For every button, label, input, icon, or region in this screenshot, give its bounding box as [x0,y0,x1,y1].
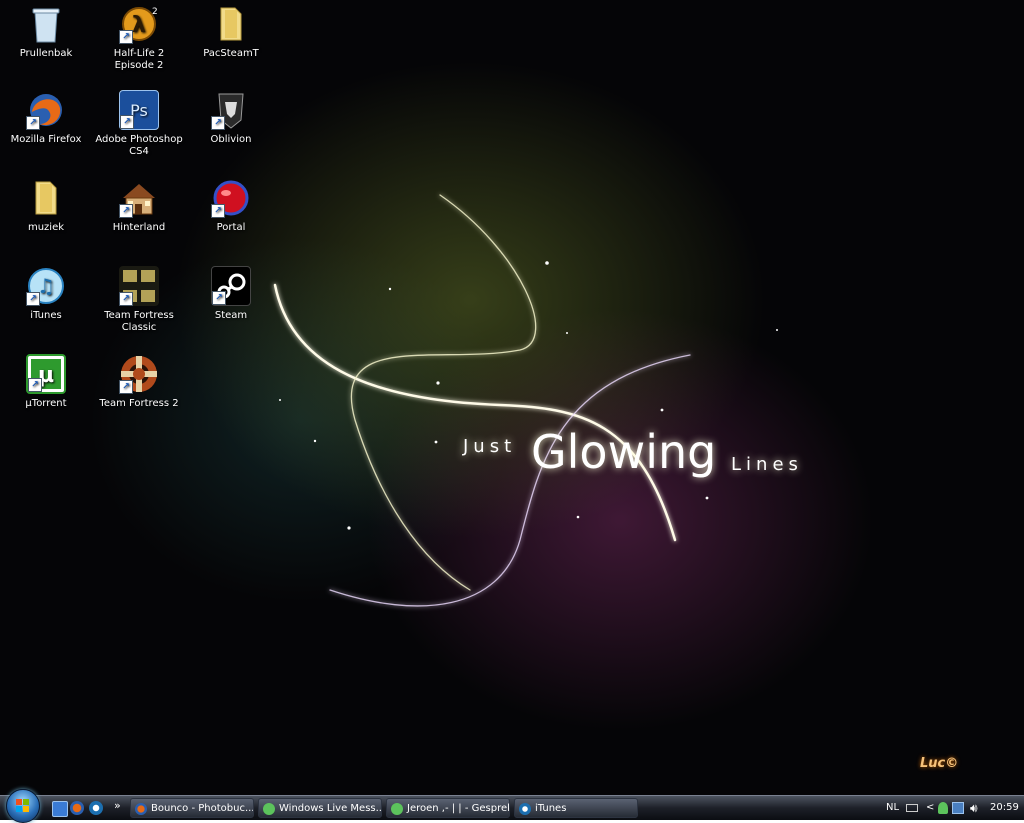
firefox-icon [135,803,147,815]
taskbar-button-windows-live-messenger[interactable]: Windows Live Mess... [258,798,382,818]
desktop-icon-hinterland[interactable]: ↗ Hinterland [94,178,184,234]
desktop-icon-half-life-2-episode-2[interactable]: λ2 ↗ Half-Life 2 Episode 2 [94,4,184,72]
wallpaper-signature: Luc© [920,756,959,771]
clock[interactable]: 20:59 [990,796,1019,820]
taskbar-button-itunes[interactable]: iTunes [514,798,638,818]
svg-text:2: 2 [152,7,158,17]
desktop-icon-label: Half-Life 2 Episode 2 [113,48,165,71]
utorrent-icon: µ ↗ [26,354,66,394]
desktop-icon-label: PacSteamT [203,48,259,59]
shortcut-arrow-icon: ↗ [119,380,133,394]
tf2-icon: ↗ [119,354,159,394]
wallpaper-text-just: Just [463,436,517,457]
tfc-icon: ↗ [119,266,159,306]
desktop-icon-label: Team Fortress Classic [104,310,174,333]
keyboard-icon[interactable] [906,804,918,812]
show-desktop-icon[interactable] [52,801,68,817]
photoshop-icon: Ps ↗ [119,90,159,130]
shortcut-arrow-icon: ↗ [26,292,40,306]
windows-logo-icon [16,799,29,812]
shortcut-arrow-icon: ↗ [211,204,225,218]
shortcut-arrow-icon: ↗ [28,378,42,392]
language-indicator[interactable]: NL [886,796,899,820]
desktop-icon-label: Portal [216,222,246,233]
volume-icon[interactable]: 🔊︎ [970,796,978,820]
desktop-icon-steam[interactable]: ↗ Steam [186,266,276,322]
shortcut-arrow-icon: ↗ [120,115,134,129]
taskbar: » Bounco - Photobuc... Windows Live Mess… [0,789,1024,823]
messenger-icon [391,803,403,815]
shortcut-arrow-icon: ↗ [211,116,225,130]
half-life-icon: λ2 ↗ [119,4,159,44]
shortcut-arrow-icon: ↗ [119,292,133,306]
taskbar-button-label: Bounco - Photobuc... [151,803,254,814]
quick-launch-overflow-chevron[interactable]: » [114,796,121,816]
desktop-icon-label: iTunes [30,310,62,321]
desktop-icon-label: Mozilla Firefox [10,134,82,145]
messenger-icon [263,803,275,815]
desktop-icon-label: Team Fortress 2 [99,398,179,409]
desktop-icon-utorrent[interactable]: µ ↗ µTorrent [1,354,91,410]
start-button[interactable] [6,789,40,823]
desktop-icon-label: Oblivion [210,134,252,145]
taskbar-button-gesprek[interactable]: Jeroen ,- | | - Gesprek [386,798,510,818]
network-icon[interactable] [952,802,964,814]
desktop-icon-team-fortress-classic[interactable]: ↗ Team Fortress Classic [94,266,184,334]
desktop-icon-portal[interactable]: ↗ Portal [186,178,276,234]
desktop-icon-pacsteamt[interactable]: PacSteamT [186,4,276,60]
portal-icon: ↗ [211,178,251,218]
firefox-icon[interactable] [70,801,84,815]
desktop[interactable]: Just Glowing Lines Luc© Prullenbak ↗ Moz… [0,0,1024,795]
svg-text:λ: λ [132,13,146,38]
recycle-bin-icon [26,4,66,44]
steam-icon: ↗ [211,266,251,306]
itunes-icon [519,803,531,815]
tray-expand-button[interactable]: < [926,796,934,820]
shortcut-arrow-icon: ↗ [119,204,133,218]
shortcut-arrow-icon: ↗ [119,30,133,44]
itunes-icon: ♫ ↗ [26,266,66,306]
itunes-icon[interactable] [89,801,103,815]
desktop-icon-label: µTorrent [25,398,67,409]
desktop-icon-team-fortress-2[interactable]: ↗ Team Fortress 2 [94,354,184,410]
messenger-status-icon[interactable] [938,802,948,814]
firefox-icon: ↗ [26,90,66,130]
desktop-icon-label: muziek [27,222,65,233]
desktop-icon-itunes[interactable]: ♫ ↗ iTunes [1,266,91,322]
desktop-icon-firefox[interactable]: ↗ Mozilla Firefox [1,90,91,146]
desktop-icon-oblivion[interactable]: ↗ Oblivion [186,90,276,146]
desktop-icon-label: Hinterland [112,222,166,233]
system-tray: NL < 🔊︎ 20:59 [884,796,1024,820]
desktop-icon-adobe-photoshop-cs4[interactable]: Ps ↗ Adobe Photoshop CS4 [94,90,184,158]
desktop-icon-muziek[interactable]: muziek [1,178,91,234]
oblivion-icon: ↗ [211,90,251,130]
desktop-icon-label: Adobe Photoshop CS4 [95,134,183,157]
desktop-icon-label: Prullenbak [19,48,73,59]
taskbar-button-label: Jeroen ,- | | - Gesprek [407,803,510,814]
taskbar-button-label: iTunes [535,803,567,814]
taskbar-button-photobucket[interactable]: Bounco - Photobuc... [130,798,254,818]
desktop-icon-label: Steam [214,310,248,321]
shortcut-arrow-icon: ↗ [26,116,40,130]
folder-icon [211,4,251,44]
taskbar-button-label: Windows Live Mess... [279,803,382,814]
wallpaper-text-lines: Lines [731,454,803,475]
desktop-icon-prullenbak[interactable]: Prullenbak [1,4,91,60]
shortcut-arrow-icon: ↗ [212,291,226,305]
folder-icon [26,178,66,218]
wallpaper-text-glowing: Glowing [531,425,717,479]
hinterland-icon: ↗ [119,178,159,218]
